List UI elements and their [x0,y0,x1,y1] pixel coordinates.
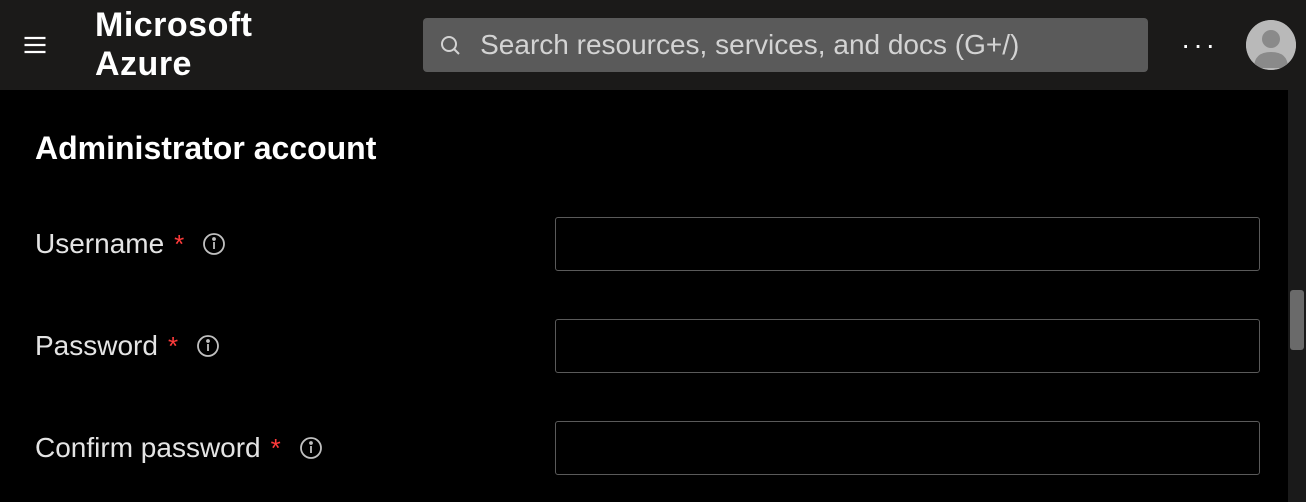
form-row-username: Username * [35,217,1271,271]
username-input[interactable] [555,217,1260,271]
info-icon[interactable] [299,436,323,460]
hamburger-icon [21,31,49,59]
form-label-group: Password * [35,330,555,362]
brand-title[interactable]: Microsoft Azure [95,6,358,84]
search-icon [438,33,462,57]
form-label-group: Confirm password * [35,432,555,464]
confirm-password-label: Confirm password [35,432,261,464]
confirm-password-input[interactable] [555,421,1260,475]
required-asterisk: * [174,229,184,260]
user-avatar-icon [1246,20,1296,70]
scrollbar-track[interactable] [1288,90,1306,502]
more-button[interactable]: ··· [1173,29,1226,61]
top-bar: Microsoft Azure ··· [0,0,1306,90]
username-label: Username [35,228,164,260]
hamburger-menu-button[interactable] [15,25,55,65]
form-row-confirm-password: Confirm password * [35,421,1271,475]
form-row-password: Password * [35,319,1271,373]
section-title: Administrator account [35,130,1271,167]
content-area: Administrator account Username * Passwor… [0,90,1306,502]
form-label-group: Username * [35,228,555,260]
required-asterisk: * [271,433,281,464]
info-icon[interactable] [202,232,226,256]
search-input[interactable] [480,29,1133,61]
password-input[interactable] [555,319,1260,373]
scrollbar-thumb[interactable] [1290,290,1304,350]
password-label: Password [35,330,158,362]
avatar[interactable] [1246,20,1296,70]
search-box[interactable] [423,18,1148,72]
info-icon[interactable] [196,334,220,358]
required-asterisk: * [168,331,178,362]
